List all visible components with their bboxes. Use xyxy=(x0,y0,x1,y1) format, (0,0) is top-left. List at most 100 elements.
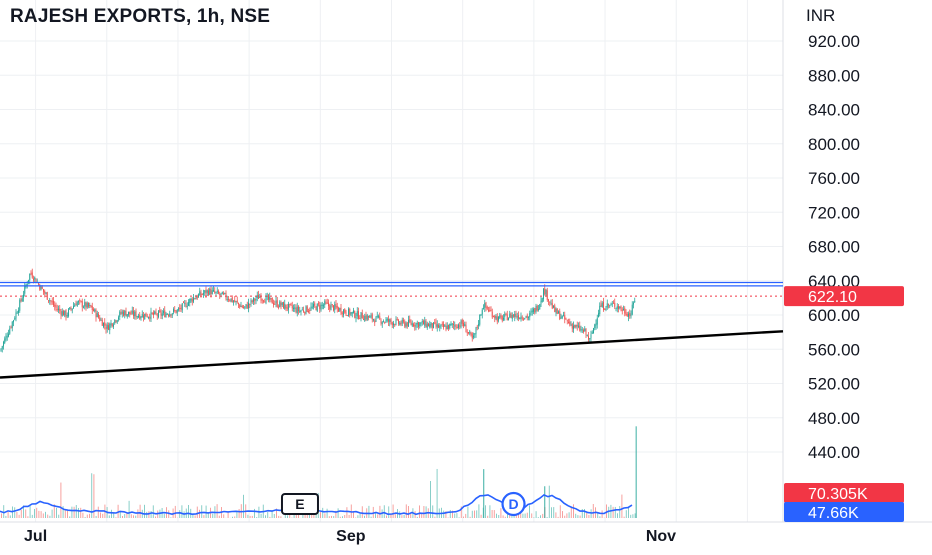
volume-bar xyxy=(395,514,396,518)
candle-body xyxy=(503,318,504,320)
candle-body xyxy=(511,313,512,318)
candle-body xyxy=(168,315,169,316)
candle-body xyxy=(356,317,357,318)
candle-body xyxy=(459,326,460,327)
candle-body xyxy=(106,327,107,329)
volume-bar xyxy=(19,515,20,518)
candle-body xyxy=(16,312,17,318)
candle-body xyxy=(406,323,407,327)
candle-body xyxy=(577,325,578,326)
candle-body xyxy=(323,305,324,306)
candle-body xyxy=(258,295,259,299)
candle-body xyxy=(397,319,398,320)
volume-bar xyxy=(635,513,636,518)
volume-bar xyxy=(485,505,486,518)
volume-bar xyxy=(393,505,394,518)
candle-body xyxy=(151,312,152,320)
candle-body xyxy=(164,310,165,317)
candle-body xyxy=(343,310,344,315)
volume-bar xyxy=(140,505,141,518)
candle-body xyxy=(116,320,117,321)
candle-body xyxy=(147,316,148,317)
volume-spike xyxy=(544,486,545,518)
candle-body xyxy=(419,323,420,326)
chart-area[interactable]: ED 920.00880.00840.00800.00760.00720.006… xyxy=(0,0,932,550)
volume-bar xyxy=(155,516,156,518)
candle-body xyxy=(551,303,552,304)
time-axis[interactable]: JulSepNov xyxy=(24,528,676,545)
price-chart[interactable]: ED 920.00880.00840.00800.00760.00720.006… xyxy=(0,0,932,550)
candle-body xyxy=(23,295,24,298)
candle-body xyxy=(289,304,290,305)
candle-body xyxy=(21,299,22,300)
price-axis[interactable]: 920.00880.00840.00800.00760.00720.00680.… xyxy=(808,32,860,462)
volume-bar xyxy=(571,507,572,518)
y-tick-label: 800.00 xyxy=(808,135,860,154)
candle-body xyxy=(509,314,510,318)
candle-body xyxy=(34,277,35,279)
candle-body xyxy=(133,311,134,316)
last-price-tag: 622.10 xyxy=(808,289,857,306)
candle-body xyxy=(139,315,140,319)
candle-body xyxy=(611,304,612,305)
candle-body xyxy=(496,316,497,319)
candle-body xyxy=(293,308,294,309)
volume-bar xyxy=(126,513,127,518)
candle-body xyxy=(483,308,484,309)
volume-bar xyxy=(16,512,17,518)
candle-body xyxy=(241,306,242,307)
candle-body xyxy=(278,307,279,308)
candle-body xyxy=(447,326,448,329)
candle-body xyxy=(607,303,608,307)
candle-body xyxy=(349,309,350,315)
candle-body xyxy=(369,316,370,318)
candle-body xyxy=(24,286,25,294)
candle-body xyxy=(457,327,458,328)
volume-bar xyxy=(410,514,411,518)
candle-body xyxy=(282,302,283,305)
volume-bar xyxy=(492,510,493,518)
candle-body xyxy=(141,317,142,318)
volume-bar xyxy=(617,513,618,518)
candle-body xyxy=(366,315,367,319)
candle-body xyxy=(429,324,430,327)
event-markers[interactable]: ED xyxy=(282,493,525,515)
candle-body xyxy=(547,290,548,300)
candle-body xyxy=(508,318,509,321)
volume-bar xyxy=(239,509,240,518)
candle-body xyxy=(224,293,225,294)
volume-bar xyxy=(85,517,86,518)
volume-bar xyxy=(60,483,61,518)
candle-body xyxy=(352,312,353,314)
candle-body xyxy=(113,324,114,326)
candle-body xyxy=(83,307,84,308)
volume-bar xyxy=(340,517,341,518)
volume-bar xyxy=(573,504,574,518)
candle-body xyxy=(277,300,278,307)
volume-bar xyxy=(522,514,523,518)
candle-body xyxy=(129,312,130,315)
candle-body xyxy=(362,313,363,319)
volume-bar xyxy=(388,506,389,518)
volume-bar xyxy=(274,514,275,518)
volume-bar xyxy=(465,514,466,518)
candle-body xyxy=(297,307,298,313)
y-tick-label: 880.00 xyxy=(808,66,860,85)
candle-body xyxy=(469,332,470,334)
candle-body xyxy=(276,301,277,303)
volume-bar xyxy=(280,516,281,518)
volume-bar xyxy=(41,511,42,518)
candle-body xyxy=(279,302,280,307)
candle-body xyxy=(393,323,394,325)
candle-body xyxy=(114,320,115,324)
candle-body xyxy=(62,311,63,316)
candle-body xyxy=(464,324,465,326)
x-tick-label: Nov xyxy=(646,528,676,545)
candle-body xyxy=(329,305,330,309)
volume-bar xyxy=(630,515,631,518)
candle-body xyxy=(321,304,322,310)
candle-body xyxy=(154,311,155,314)
candle-body xyxy=(411,322,412,325)
candle-body xyxy=(574,325,575,328)
candle-body xyxy=(609,305,610,306)
